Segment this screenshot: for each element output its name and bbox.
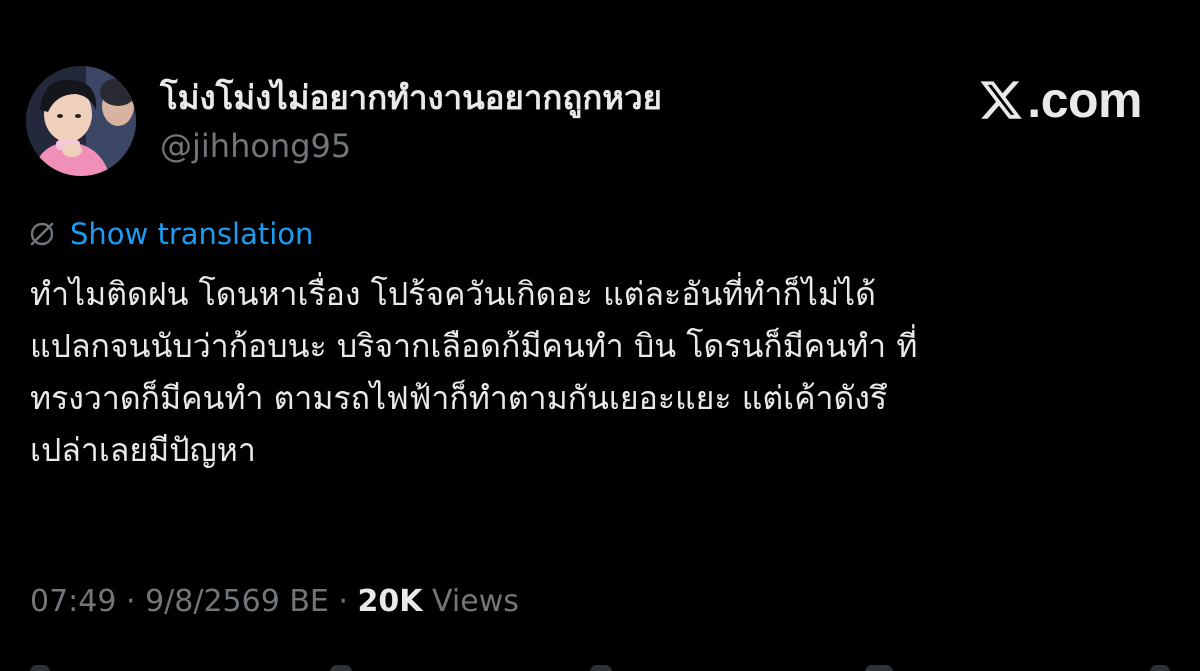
avatar-photo bbox=[26, 66, 136, 176]
x-logo-icon bbox=[980, 81, 1023, 119]
tweet-metadata: 07:49 · 9/8/2569 BE · 20K Views bbox=[30, 582, 519, 622]
tweet-text-line: ทรงวาดก็มีคนทำ ตามรถไฟฟ้าก็ทำตามกันเยอะแ… bbox=[30, 379, 888, 417]
tweet-text-line: เปล่าเลยมีปัญหา bbox=[30, 431, 256, 469]
reply-icon[interactable] bbox=[30, 665, 50, 671]
tweet-body: ทำไมติดฝน โดนหาเรื่อง โปร้จควันเกิดอะ แต… bbox=[30, 268, 1180, 476]
meta-separator: · bbox=[328, 584, 358, 619]
repost-icon[interactable] bbox=[330, 665, 352, 671]
brand-watermark: .com bbox=[977, 72, 1142, 128]
show-translation-label[interactable]: Show translation bbox=[70, 214, 313, 254]
tweet-date[interactable]: 9/8/2569 BE bbox=[145, 584, 329, 619]
tweet-card: โม่งโม่งไม่อยากทำงานอยากถูกหวย @jihhong9… bbox=[0, 0, 1200, 671]
like-icon[interactable] bbox=[590, 665, 612, 671]
tweet-text-line: ทำไมติดฝน โดนหาเรื่อง โปร้จควันเกิดอะ แต… bbox=[30, 275, 876, 313]
author-display-name[interactable]: โม่งโม่งไม่อยากทำงานอยากถูกหวย bbox=[160, 76, 662, 120]
action-bar-edge bbox=[0, 661, 1200, 671]
avatar[interactable] bbox=[26, 66, 136, 176]
brand-label: .com bbox=[1027, 72, 1142, 128]
author-handle[interactable]: @jihhong95 bbox=[160, 126, 351, 166]
views-label: Views bbox=[422, 584, 519, 619]
meta-separator: · bbox=[116, 584, 146, 619]
bookmark-icon[interactable] bbox=[865, 665, 893, 671]
tweet-time[interactable]: 07:49 bbox=[30, 584, 116, 619]
tweet-text-line: แปลกจนนับว่าก้อบนะ บริจากเลือดก้มีคนทำ บ… bbox=[30, 327, 918, 365]
share-icon[interactable] bbox=[1150, 665, 1170, 671]
show-translation-button[interactable]: Show translation bbox=[28, 214, 313, 254]
globe-icon bbox=[30, 222, 54, 246]
views-count[interactable]: 20K bbox=[358, 584, 423, 619]
